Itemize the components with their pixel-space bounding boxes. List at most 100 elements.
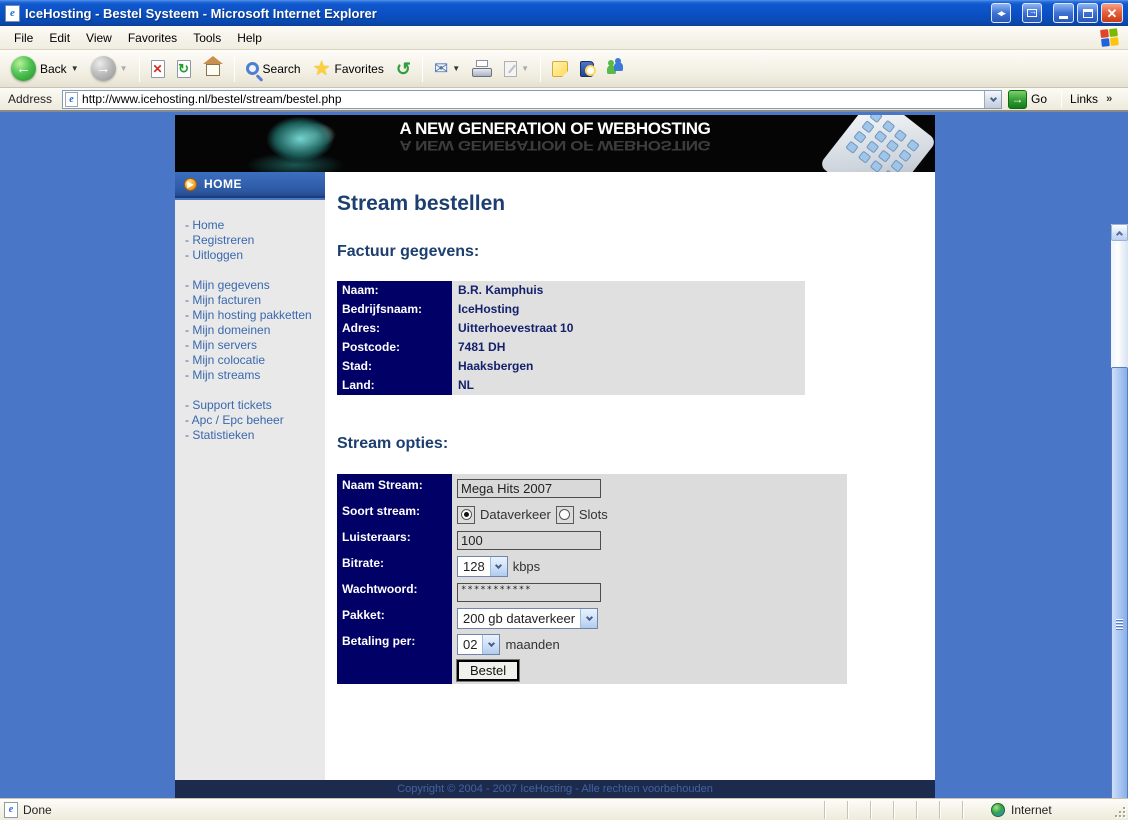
pan-left-right-button[interactable]: ◂▸ bbox=[991, 3, 1011, 23]
stop-button[interactable]: ✕ bbox=[146, 57, 170, 81]
discuss-button[interactable] bbox=[547, 58, 573, 80]
menu-view[interactable]: View bbox=[78, 28, 120, 48]
close-button[interactable]: ✕ bbox=[1101, 3, 1123, 23]
sidebar-header-label: HOME bbox=[204, 177, 242, 191]
resize-grip[interactable] bbox=[1112, 804, 1126, 818]
address-label: Address bbox=[4, 92, 56, 106]
form-row: Betaling per: 02 maanden bbox=[337, 630, 847, 656]
back-button[interactable]: ← Back ▼ bbox=[6, 53, 84, 84]
chevron-down-icon bbox=[495, 562, 502, 569]
home-icon bbox=[203, 63, 223, 79]
invoice-label-postcode: Postcode: bbox=[337, 338, 452, 357]
back-dropdown-icon[interactable]: ▼ bbox=[71, 64, 79, 73]
invoice-label-bedrijfsnaam: Bedrijfsnaam: bbox=[337, 300, 452, 319]
chevron-down-icon bbox=[488, 640, 495, 647]
horizontal-arrows-icon: ◂▸ bbox=[997, 8, 1004, 19]
sidebar-item-mijn-colocatie[interactable]: - Mijn colocatie bbox=[185, 353, 325, 368]
sidebar-item-apc-epc-beheer[interactable]: - Apc / Epc beheer bbox=[185, 413, 325, 428]
sidebar-item-mijn-domeinen[interactable]: - Mijn domeinen bbox=[185, 323, 325, 338]
status-text: Done bbox=[23, 803, 52, 817]
links-label[interactable]: Links bbox=[1070, 92, 1098, 106]
sidebar-item-mijn-facturen[interactable]: - Mijn facturen bbox=[185, 293, 325, 308]
wachtwoord-input[interactable] bbox=[457, 583, 601, 602]
pakket-select[interactable]: 200 gb dataverkeer bbox=[457, 608, 598, 629]
address-url[interactable]: http://www.icehosting.nl/bestel/stream/b… bbox=[82, 92, 341, 106]
ie-document-icon: e bbox=[5, 5, 20, 22]
sidebar-nav: - Home - Registreren - Uitloggen - Mijn … bbox=[175, 200, 325, 792]
invoice-heading: Factuur gegevens: bbox=[337, 243, 935, 261]
address-input[interactable]: e http://www.icehosting.nl/bestel/stream… bbox=[62, 90, 1002, 109]
select-dropdown-button[interactable] bbox=[482, 635, 499, 654]
scroll-up-button[interactable] bbox=[1111, 224, 1128, 241]
invoice-value-adres: Uitterhoevestraat 10 bbox=[452, 319, 805, 338]
site-banner: A NEW GENERATION OF WEBHOSTING A NEW GEN… bbox=[175, 115, 935, 172]
betaling-suffix: maanden bbox=[505, 637, 559, 652]
toolbar-separator bbox=[139, 56, 140, 82]
sidebar-item-uitloggen[interactable]: - Uitloggen bbox=[185, 248, 325, 263]
maximize-button[interactable] bbox=[1077, 3, 1098, 23]
favorites-button[interactable]: ★ Favorites bbox=[308, 56, 389, 82]
menu-tools[interactable]: Tools bbox=[185, 28, 229, 48]
sidebar-item-mijn-gegevens[interactable]: - Mijn gegevens bbox=[185, 278, 325, 293]
select-dropdown-button[interactable] bbox=[490, 557, 507, 576]
scrollbar-thumb[interactable] bbox=[1111, 367, 1128, 798]
bestel-button[interactable]: Bestel bbox=[457, 660, 519, 681]
copyright-text: Copyright © 2004 - 2007 IceHosting - All… bbox=[397, 783, 713, 795]
print-button[interactable] bbox=[467, 57, 497, 80]
sidebar-item-home[interactable]: - Home bbox=[185, 218, 325, 233]
links-toolbar: Links » bbox=[1061, 90, 1112, 108]
print-icon bbox=[472, 63, 492, 77]
pop-out-button[interactable] bbox=[1022, 3, 1042, 23]
betaling-select[interactable]: 02 bbox=[457, 634, 500, 655]
mail-button[interactable]: ✉ ▼ bbox=[429, 57, 465, 80]
window-export-icon bbox=[1027, 9, 1037, 17]
status-bar: e Done Internet bbox=[0, 798, 1128, 820]
status-pane bbox=[916, 801, 939, 819]
bitrate-select[interactable]: 128 bbox=[457, 556, 508, 577]
table-row: Adres: Uitterhoevestraat 10 bbox=[337, 319, 805, 338]
dataverkeer-radio[interactable] bbox=[457, 506, 475, 524]
refresh-button[interactable]: ↻ bbox=[172, 57, 196, 81]
sidebar-item-mijn-servers[interactable]: - Mijn servers bbox=[185, 338, 325, 353]
edit-button[interactable]: ▼ bbox=[499, 58, 534, 80]
go-button[interactable]: → Go bbox=[1008, 90, 1047, 109]
menu-file[interactable]: File bbox=[6, 28, 41, 48]
luisteraars-input[interactable] bbox=[457, 531, 601, 550]
slots-radio-label: Slots bbox=[579, 507, 608, 522]
messenger-icon bbox=[606, 61, 626, 77]
invoice-value-bedrijfsnaam: IceHosting bbox=[452, 300, 805, 319]
sidebar-item-mijn-hosting-pakketten[interactable]: - Mijn hosting pakketten bbox=[185, 308, 325, 323]
minimize-button[interactable] bbox=[1053, 3, 1074, 23]
messenger-button[interactable] bbox=[601, 58, 631, 80]
search-button[interactable]: Search bbox=[241, 59, 306, 79]
sidebar-item-registreren[interactable]: - Registreren bbox=[185, 233, 325, 248]
form-row: Wachtwoord: bbox=[337, 578, 847, 604]
home-button[interactable] bbox=[198, 56, 228, 82]
toolbar-separator bbox=[422, 56, 423, 82]
scrollbar-grip-icon bbox=[1116, 620, 1123, 630]
menu-help[interactable]: Help bbox=[229, 28, 270, 48]
address-bar: Address e http://www.icehosting.nl/beste… bbox=[0, 88, 1128, 112]
sidebar-item-support-tickets[interactable]: - Support tickets bbox=[185, 398, 325, 413]
menu-edit[interactable]: Edit bbox=[41, 28, 78, 48]
menu-bar: File Edit View Favorites Tools Help bbox=[0, 26, 1128, 50]
sidebar-item-statistieken[interactable]: - Statistieken bbox=[185, 428, 325, 443]
select-dropdown-button[interactable] bbox=[580, 609, 597, 628]
research-button[interactable] bbox=[575, 58, 599, 80]
vertical-scrollbar[interactable] bbox=[1111, 224, 1128, 798]
table-row: Naam: B.R. Kamphuis bbox=[337, 281, 805, 300]
sidebar-item-mijn-streams[interactable]: - Mijn streams bbox=[185, 368, 325, 383]
naam-stream-input[interactable] bbox=[457, 479, 601, 498]
invoice-label-adres: Adres: bbox=[337, 319, 452, 338]
address-dropdown-button[interactable] bbox=[984, 91, 1001, 108]
mail-dropdown-icon[interactable]: ▼ bbox=[452, 64, 460, 73]
empty-label bbox=[337, 656, 452, 684]
overflow-chevrons-icon[interactable]: » bbox=[1106, 93, 1112, 105]
forward-button[interactable]: → ▼ bbox=[86, 53, 133, 84]
slots-radio[interactable] bbox=[556, 506, 574, 524]
stream-options-form: Naam Stream: Soort stream: Dataverkeer S… bbox=[337, 474, 847, 684]
pakket-label: Pakket: bbox=[337, 604, 452, 630]
history-button[interactable]: ↺ bbox=[391, 57, 416, 81]
menu-favorites[interactable]: Favorites bbox=[120, 28, 185, 48]
invoice-value-naam: B.R. Kamphuis bbox=[452, 281, 805, 300]
